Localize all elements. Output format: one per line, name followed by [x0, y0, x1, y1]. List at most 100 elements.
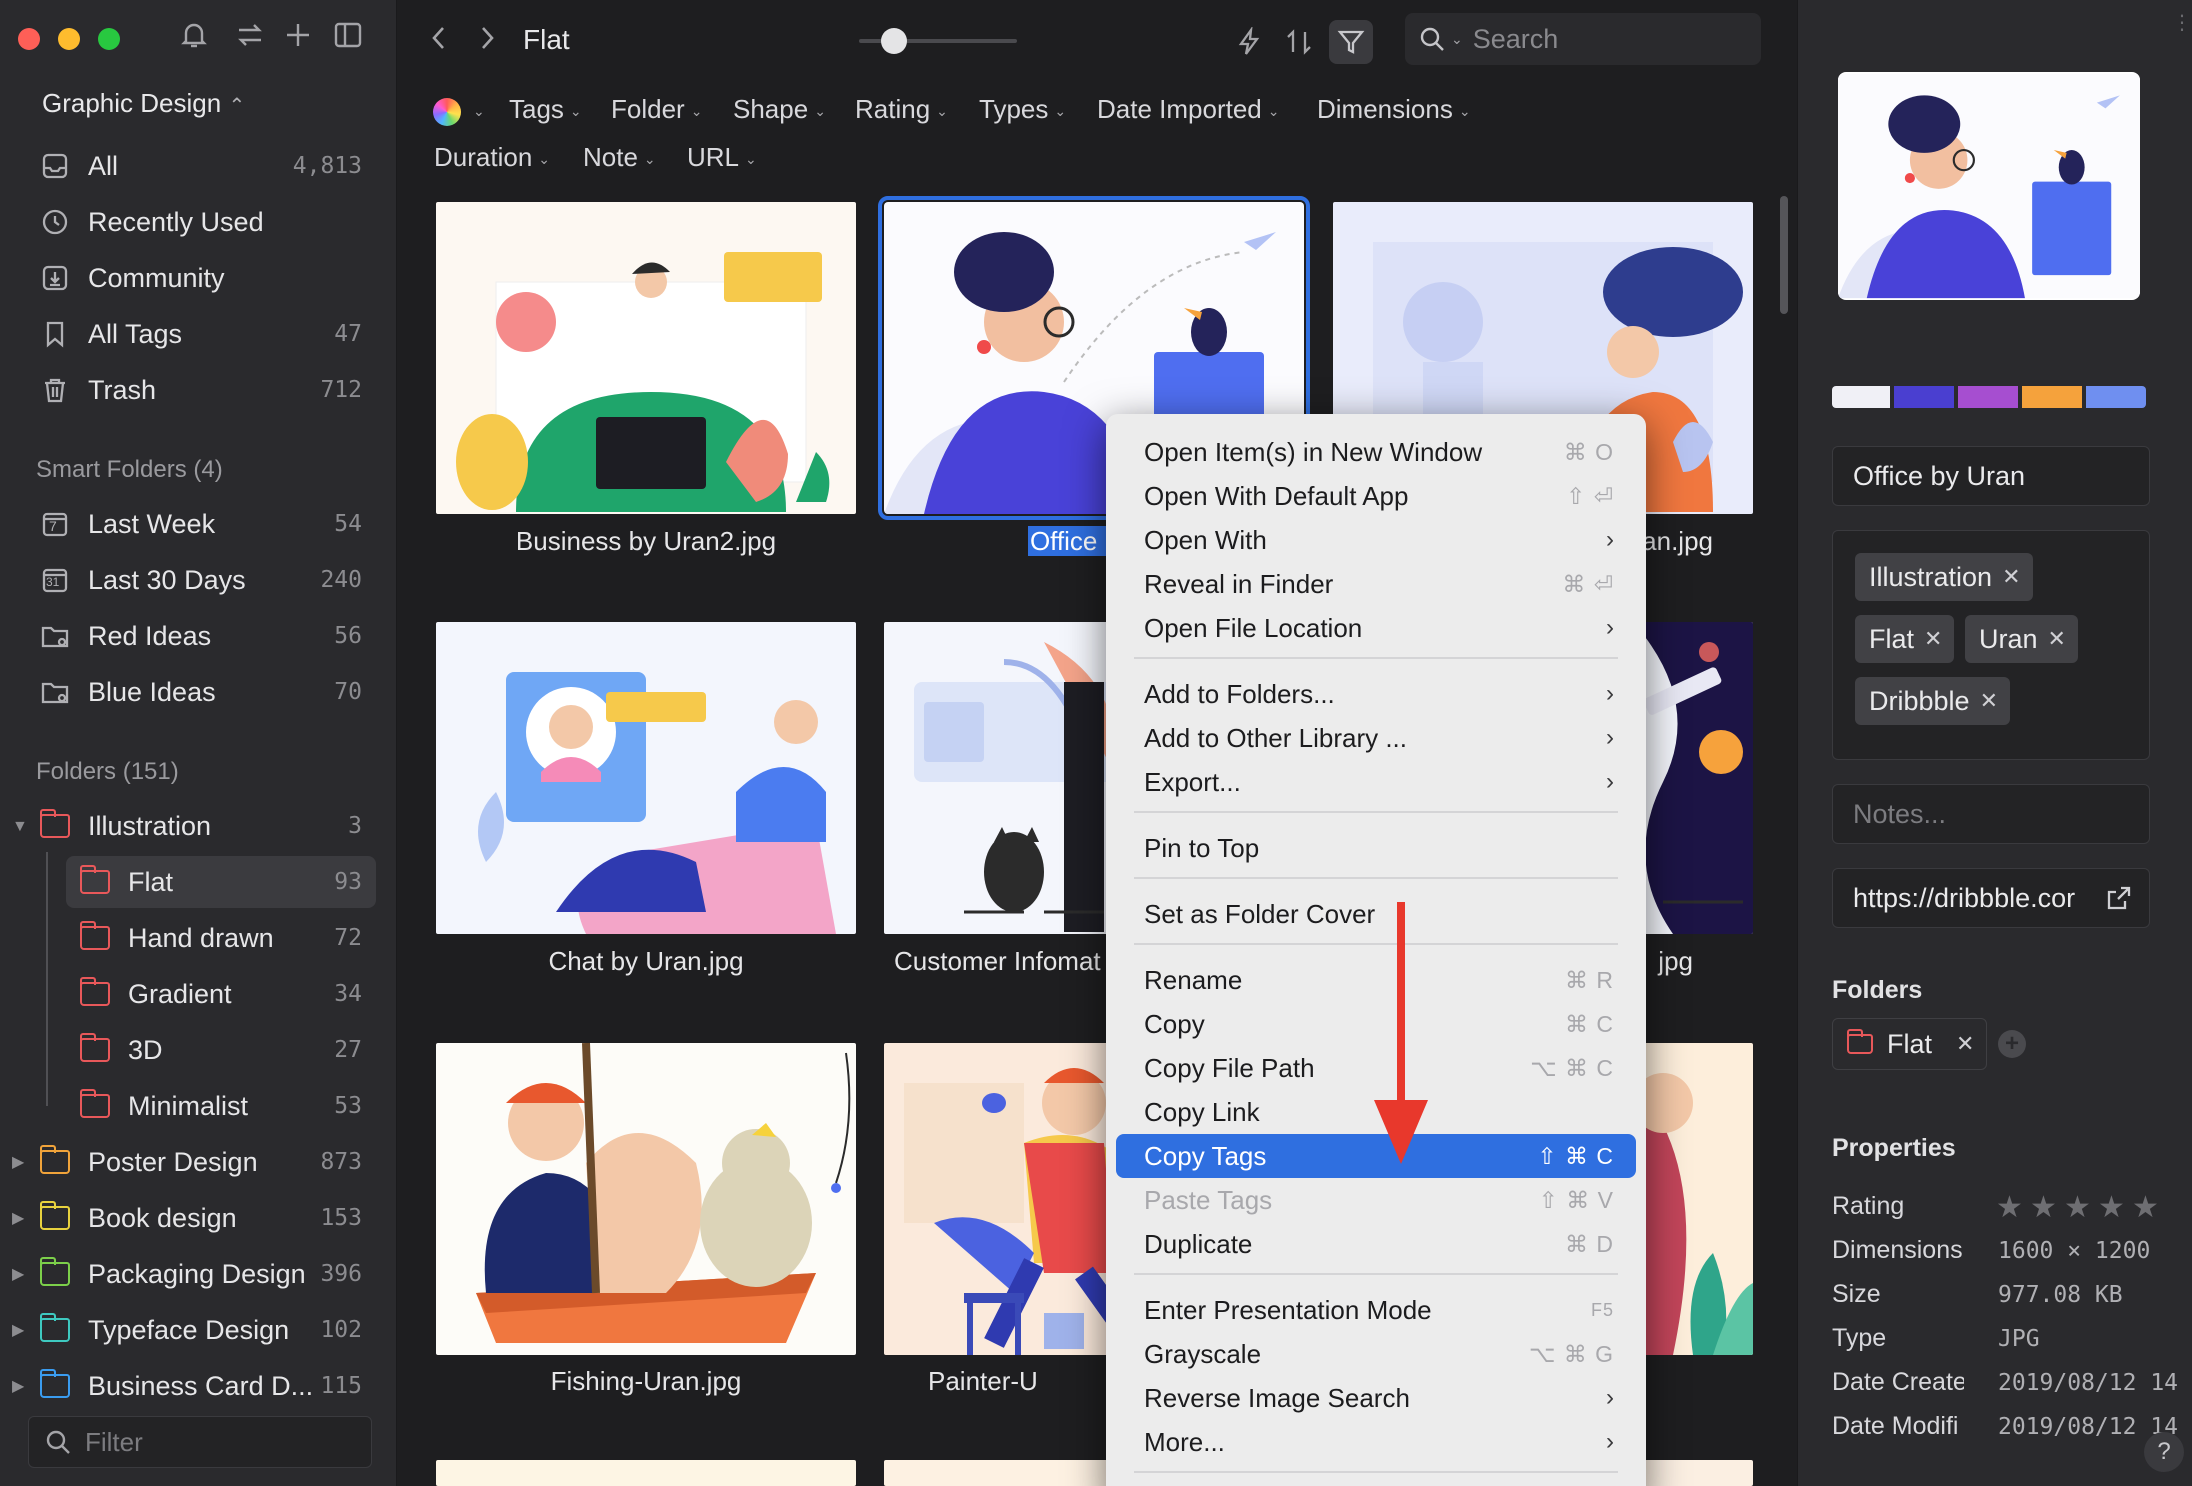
filter-rating[interactable]: Rating ⌄	[855, 94, 948, 125]
star-icon[interactable]: ★	[1996, 1190, 2023, 1225]
thumbnail-caption[interactable]: Business by Uran2.jpg	[416, 526, 876, 557]
sync-arrows-icon[interactable]	[230, 20, 270, 60]
drag-handle-icon[interactable]: ⋮	[2172, 10, 2192, 35]
sidebar-toggle-icon[interactable]	[328, 20, 368, 60]
thumbnail-row4-1[interactable]	[436, 1460, 856, 1486]
menu-open-new-window[interactable]: Open Item(s) in New Window ⌘ O	[1116, 430, 1636, 474]
add-folder-button[interactable]: +	[1998, 1030, 2026, 1058]
minimize-window-button[interactable]	[58, 28, 80, 50]
menu-open-default-app[interactable]: Open With Default App ⇧ ⏎	[1116, 474, 1636, 518]
filter-note[interactable]: Note ⌄	[583, 142, 656, 173]
notes-input[interactable]	[1833, 785, 2149, 843]
star-icon[interactable]: ★	[2098, 1190, 2125, 1225]
maximize-window-button[interactable]	[98, 28, 120, 50]
thumbnail-caption[interactable]: Chat by Uran.jpg	[416, 946, 876, 977]
menu-enter-presentation-mode[interactable]: Enter Presentation Mode F5	[1116, 1288, 1636, 1332]
menu-reveal-in-finder[interactable]: Reveal in Finder ⌘ ⏎	[1116, 562, 1636, 606]
sidebar-folder-hand-drawn[interactable]: Hand drawn 72	[66, 912, 376, 964]
notes-field[interactable]	[1832, 784, 2150, 844]
menu-export[interactable]: Export... ›	[1116, 760, 1636, 804]
thumbnail-fishing-uran[interactable]	[436, 1043, 856, 1355]
back-button[interactable]	[427, 22, 451, 62]
url-text[interactable]: https://dribbble.cor	[1833, 883, 2105, 914]
menu-grayscale[interactable]: Grayscale ⌥ ⌘ G	[1116, 1332, 1636, 1376]
folder-chip[interactable]: Flat ✕	[1832, 1018, 1988, 1070]
sidebar-folder-flat[interactable]: Flat 93	[66, 856, 376, 908]
sidebar-folder-business-card[interactable]: Business Card D... 115	[26, 1360, 376, 1412]
preview-image[interactable]	[1838, 72, 2140, 300]
sidebar-item-all[interactable]: All 4,813	[26, 140, 376, 192]
sidebar-item-recently-used[interactable]: Recently Used	[26, 196, 376, 248]
menu-paste-tags[interactable]: Paste Tags ⇧ ⌘ V	[1116, 1178, 1636, 1222]
filter-shape[interactable]: Shape ⌄	[733, 94, 826, 125]
filter-dimensions[interactable]: Dimensions ⌄	[1317, 94, 1471, 125]
filter-types[interactable]: Types ⌄	[979, 94, 1066, 125]
filter-button[interactable]	[1329, 20, 1373, 64]
star-icon[interactable]: ★	[2064, 1190, 2091, 1225]
palette-swatch-4[interactable]	[2022, 386, 2082, 408]
sort-button[interactable]	[1277, 20, 1321, 64]
sidebar-folder-poster-design[interactable]: Poster Design 873	[26, 1136, 376, 1188]
url-field[interactable]: https://dribbble.cor	[1832, 868, 2150, 928]
remove-tag-icon[interactable]: ✕	[1980, 688, 1998, 714]
external-link-icon[interactable]	[2105, 884, 2133, 912]
chevron-right-icon[interactable]: ▶	[12, 1320, 24, 1340]
name-input[interactable]	[1833, 447, 2149, 505]
tag-chip[interactable]: Uran ✕	[1965, 615, 2078, 663]
sidebar-folder-minimalist[interactable]: Minimalist 53	[66, 1080, 376, 1132]
name-field[interactable]	[1832, 446, 2150, 506]
close-window-button[interactable]	[18, 28, 40, 50]
filter-date-imported[interactable]: Date Imported ⌄	[1097, 94, 1279, 125]
sidebar-item-community[interactable]: Community	[26, 252, 376, 304]
menu-duplicate[interactable]: Duplicate ⌘ D	[1116, 1222, 1636, 1266]
bell-icon[interactable]	[174, 20, 214, 60]
palette-swatch-5[interactable]	[2086, 386, 2146, 408]
palette-swatch-1[interactable]	[1832, 386, 1890, 408]
chevron-down-icon[interactable]: ⌄	[1451, 31, 1463, 48]
menu-reverse-image-search[interactable]: Reverse Image Search ›	[1116, 1376, 1636, 1420]
thumbnail-caption[interactable]: Fishing-Uran.jpg	[416, 1366, 876, 1397]
tag-chip[interactable]: Illustration ✕	[1855, 553, 2033, 601]
filter-tags[interactable]: Tags ⌄	[509, 94, 582, 125]
sidebar-folder-book-design[interactable]: Book design 153	[26, 1192, 376, 1244]
menu-open-with[interactable]: Open With ›	[1116, 518, 1636, 562]
color-filter-icon[interactable]	[433, 98, 461, 126]
tag-chip[interactable]: Flat ✕	[1855, 615, 1955, 663]
sidebar-item-last-30-days[interactable]: 31 Last 30 Days 240	[26, 554, 376, 606]
sidebar-item-last-week[interactable]: 7 Last Week 54	[26, 498, 376, 550]
menu-open-file-location[interactable]: Open File Location ›	[1116, 606, 1636, 650]
color-filter-chevron[interactable]: ⌄	[467, 94, 485, 125]
chevron-right-icon[interactable]: ▶	[12, 1376, 24, 1396]
remove-tag-icon[interactable]: ✕	[1924, 626, 1942, 652]
menu-more[interactable]: More... ›	[1116, 1420, 1636, 1464]
help-button[interactable]: ?	[2144, 1432, 2184, 1472]
search-input[interactable]	[1472, 23, 1733, 55]
tags-field[interactable]: Illustration ✕ Flat ✕ Uran ✕ Dribbble ✕	[1832, 530, 2150, 760]
add-icon[interactable]	[278, 20, 318, 60]
chevron-right-icon[interactable]: ▶	[12, 1152, 24, 1172]
chevron-right-icon[interactable]: ▶	[12, 1264, 24, 1284]
remove-tag-icon[interactable]: ✕	[2048, 626, 2066, 652]
thumbnail-business-by-uran2[interactable]	[436, 202, 856, 514]
filter-folder[interactable]: Folder ⌄	[611, 94, 702, 125]
forward-button[interactable]	[475, 22, 499, 62]
chevron-right-icon[interactable]: ▶	[12, 1208, 24, 1228]
tag-chip[interactable]: Dribbble ✕	[1855, 677, 2010, 725]
menu-add-to-folders[interactable]: Add to Folders... ›	[1116, 672, 1636, 716]
sidebar-filter-box[interactable]	[28, 1416, 372, 1468]
library-switcher[interactable]: Graphic Design ⌃	[42, 88, 245, 119]
grid-scrollbar[interactable]	[1780, 196, 1788, 314]
folders-header[interactable]: Folders (151)	[36, 758, 179, 786]
sidebar-item-all-tags[interactable]: All Tags 47	[26, 308, 376, 360]
sidebar-folder-gradient[interactable]: Gradient 34	[66, 968, 376, 1020]
sidebar-item-trash[interactable]: Trash 712	[26, 364, 376, 416]
zoom-slider-thumb[interactable]	[881, 28, 907, 54]
remove-tag-icon[interactable]: ✕	[2002, 564, 2020, 590]
menu-pin-to-top[interactable]: Pin to Top	[1116, 826, 1636, 870]
remove-folder-icon[interactable]: ✕	[1956, 1031, 1974, 1057]
palette-swatch-2[interactable]	[1894, 386, 1954, 408]
sidebar-folder-packaging-design[interactable]: Packaging Design 396	[26, 1248, 376, 1300]
filter-url[interactable]: URL ⌄	[687, 142, 757, 173]
sidebar-folder-3d[interactable]: 3D 27	[66, 1024, 376, 1076]
lightning-button[interactable]	[1227, 20, 1271, 64]
